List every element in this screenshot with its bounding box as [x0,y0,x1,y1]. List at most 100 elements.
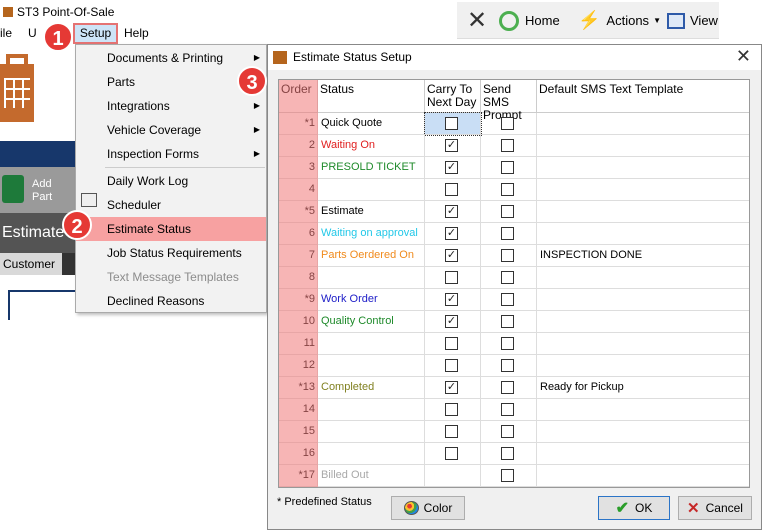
sms-template-cell[interactable] [537,399,749,421]
send-sms-prompt-checkbox[interactable] [501,469,514,482]
carry-to-next-day-checkbox[interactable] [445,403,458,416]
menu-file[interactable]: ile [0,26,12,40]
menu-item-integrations[interactable]: Integrations ▶ [76,94,266,118]
carry-to-next-day-checkbox[interactable] [445,359,458,372]
sms-template-cell[interactable] [537,355,749,377]
table-row[interactable]: *9 Work Order ✓ [279,289,749,311]
status-cell[interactable]: Waiting On [318,135,425,157]
carry-to-next-day-checkbox[interactable]: ✓ [445,227,458,240]
table-row[interactable]: 14 [279,399,749,421]
status-cell[interactable]: Completed [318,377,425,399]
carry-to-next-day-checkbox[interactable]: ✓ [445,315,458,328]
sms-template-cell[interactable] [537,223,749,245]
dialog-close-button[interactable]: ✕ [736,46,751,67]
carry-to-next-day-checkbox[interactable]: ✓ [445,205,458,218]
send-sms-prompt-checkbox[interactable] [501,205,514,218]
status-cell[interactable] [318,421,425,443]
table-row[interactable]: *17 Billed Out [279,465,749,487]
table-row[interactable]: 4 [279,179,749,201]
send-sms-prompt-checkbox[interactable] [501,227,514,240]
table-row[interactable]: 16 [279,443,749,465]
carry-to-next-day-checkbox[interactable]: ✓ [445,381,458,394]
table-row[interactable]: 2 Waiting On ✓ [279,135,749,157]
status-cell[interactable] [318,179,425,201]
carry-to-next-day-checkbox[interactable]: ✓ [445,139,458,152]
status-cell[interactable] [318,399,425,421]
color-button[interactable]: Color [391,496,465,520]
status-cell[interactable]: Billed Out [318,465,425,487]
status-cell[interactable]: Quick Quote [318,113,425,135]
table-row[interactable]: 11 [279,333,749,355]
carry-to-next-day-checkbox[interactable] [445,183,458,196]
add-part-button[interactable]: Add Part [0,167,75,213]
sms-template-cell[interactable] [537,311,749,333]
carry-to-next-day-checkbox[interactable]: ✓ [445,293,458,306]
sms-template-cell[interactable] [537,421,749,443]
table-row[interactable]: *13 Completed ✓ Ready for Pickup [279,377,749,399]
menu-help[interactable]: Help [124,26,149,40]
carry-to-next-day-checkbox[interactable]: ✓ [445,161,458,174]
sms-template-cell[interactable] [537,289,749,311]
menu-item-estimate-status[interactable]: Estimate Status [76,217,266,241]
send-sms-prompt-checkbox[interactable] [501,403,514,416]
table-row[interactable]: 15 [279,421,749,443]
sms-template-cell[interactable] [537,443,749,465]
send-sms-prompt-checkbox[interactable] [501,447,514,460]
menu-setup[interactable]: Setup [73,23,118,44]
status-cell[interactable] [318,355,425,377]
toolbar-view-button[interactable]: View [667,2,718,39]
customer-tab[interactable]: Customer [0,253,75,275]
sms-template-cell[interactable] [537,201,749,223]
status-cell[interactable]: Parts Oerdered On [318,245,425,267]
cancel-button[interactable]: ✕ Cancel [678,496,752,520]
send-sms-prompt-checkbox[interactable] [501,183,514,196]
table-row[interactable]: 3 PRESOLD TICKET ✓ [279,157,749,179]
status-cell[interactable]: Waiting on approval [318,223,425,245]
menu-item-scheduler[interactable]: Scheduler [76,193,266,217]
sms-template-cell[interactable] [537,179,749,201]
send-sms-prompt-checkbox[interactable] [501,381,514,394]
toolbar-actions-button[interactable]: ⚡ Actions ▼ [578,2,661,39]
table-row[interactable]: 7 Parts Oerdered On ✓ INSPECTION DONE [279,245,749,267]
carry-to-next-day-checkbox[interactable] [445,271,458,284]
carry-to-next-day-checkbox[interactable]: ✓ [445,249,458,262]
send-sms-prompt-checkbox[interactable] [501,139,514,152]
sms-template-cell[interactable] [537,135,749,157]
status-cell[interactable] [318,267,425,289]
table-row[interactable]: *1 Quick Quote [279,112,749,136]
tab-next[interactable] [62,253,75,275]
carry-to-next-day-checkbox[interactable] [445,447,458,460]
menu-item-job-status-requirements[interactable]: Job Status Requirements [76,241,266,265]
send-sms-prompt-checkbox[interactable] [501,359,514,372]
menu-u[interactable]: U [28,26,37,40]
column-header-sms[interactable]: Send SMS Prompt [481,80,537,122]
toolbar-home-button[interactable]: Home [499,2,560,39]
menu-item-daily-work-log[interactable]: Daily Work Log [76,169,266,193]
sms-template-cell[interactable]: Ready for Pickup [537,377,749,399]
table-row[interactable]: 8 [279,267,749,289]
status-cell[interactable]: PRESOLD TICKET [318,157,425,179]
column-header-status[interactable]: Status [318,80,425,113]
status-cell[interactable]: Quality Control [318,311,425,333]
status-cell[interactable]: Estimate [318,201,425,223]
table-row[interactable]: 6 Waiting on approval ✓ [279,223,749,245]
carry-to-next-day-checkbox[interactable] [445,337,458,350]
menu-item-documents-printing[interactable]: Documents & Printing ▶ [76,46,266,70]
send-sms-prompt-checkbox[interactable] [501,161,514,174]
sms-template-cell[interactable] [537,157,749,179]
send-sms-prompt-checkbox[interactable] [501,117,514,130]
sms-template-cell[interactable] [537,333,749,355]
table-row[interactable]: *5 Estimate ✓ [279,201,749,223]
send-sms-prompt-checkbox[interactable] [501,315,514,328]
sms-template-cell[interactable]: INSPECTION DONE [537,245,749,267]
menu-item-inspection-forms[interactable]: Inspection Forms ▶ [76,142,266,166]
send-sms-prompt-checkbox[interactable] [501,293,514,306]
toolbar-close-button[interactable]: ✕ [467,2,487,39]
menu-item-declined-reasons[interactable]: Declined Reasons [76,289,266,313]
send-sms-prompt-checkbox[interactable] [501,271,514,284]
send-sms-prompt-checkbox[interactable] [501,249,514,262]
carry-to-next-day-checkbox[interactable] [445,425,458,438]
column-header-carry[interactable]: Carry To Next Day [425,80,481,113]
status-cell[interactable] [318,443,425,465]
ok-button[interactable]: ✔ OK [598,496,670,520]
